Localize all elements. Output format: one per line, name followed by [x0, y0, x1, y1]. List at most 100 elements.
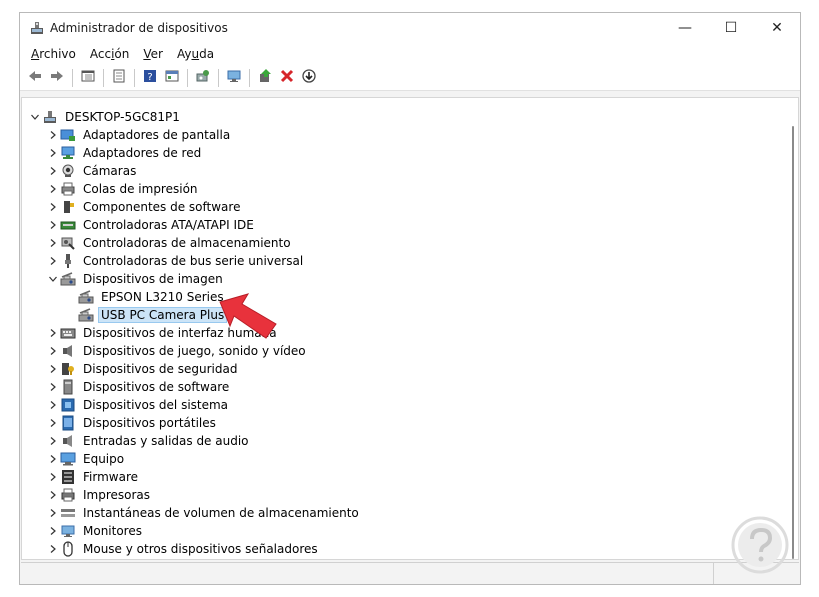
- chevron-right-icon[interactable]: [46, 378, 60, 396]
- toolbar-button-download-circle[interactable]: [299, 68, 319, 88]
- menu-item-0[interactable]: Archivo: [24, 45, 83, 63]
- chevron-right-icon[interactable]: [46, 486, 60, 504]
- chevron-right-icon[interactable]: [46, 450, 60, 468]
- tree-device-8-0[interactable]: EPSON L3210 Series: [64, 288, 227, 306]
- vertical-scrollbar[interactable]: [792, 126, 794, 559]
- firmware-icon: [60, 469, 76, 485]
- toolbar-button-scan-hardware[interactable]: [193, 68, 213, 88]
- chevron-down-icon[interactable]: [46, 270, 60, 288]
- tree-item-label: Dispositivos de software: [83, 380, 230, 394]
- chevron-right-icon[interactable]: [46, 540, 60, 558]
- toolbar-button-uninstall-x[interactable]: [277, 68, 297, 88]
- root-computer-icon: [42, 109, 58, 125]
- tree-category-13[interactable]: Dispositivos del sistema: [46, 396, 231, 414]
- chevron-right-icon[interactable]: [46, 216, 60, 234]
- device-tree[interactable]: DESKTOP-5GC81P1 Adaptadores de pantalla Ad…: [21, 97, 799, 560]
- tree-category-17[interactable]: Firmware: [46, 468, 141, 486]
- tree-category-18[interactable]: Impresoras: [46, 486, 153, 504]
- tree-category-1[interactable]: Adaptadores de red: [46, 144, 204, 162]
- menu-item-3[interactable]: Ayuda: [170, 45, 221, 63]
- svg-text:?: ?: [147, 72, 152, 83]
- chevron-right-icon[interactable]: [46, 144, 60, 162]
- usb-icon: [60, 253, 76, 269]
- tree-category-2[interactable]: Cámaras: [46, 162, 139, 180]
- tree-category-10[interactable]: Dispositivos de juego, sonido y vídeo: [46, 342, 309, 360]
- tree-item-label: Dispositivos de juego, sonido y vídeo: [83, 344, 306, 358]
- device-manager-window: Administrador de dispositivos — ☐ ✕ Arch…: [19, 12, 801, 585]
- tree-category-22[interactable]: Procesadores: [46, 558, 166, 559]
- title-bar[interactable]: Administrador de dispositivos — ☐ ✕: [20, 13, 800, 43]
- menu-label-post: rchivo: [39, 47, 76, 61]
- chevron-right-icon[interactable]: [46, 414, 60, 432]
- chevron-right-icon[interactable]: [46, 252, 60, 270]
- computer-icon: [60, 451, 76, 467]
- menu-label-post: er: [150, 47, 163, 61]
- tree-item-label: Dispositivos portátiles: [83, 416, 216, 430]
- menu-label-accelerator: V: [143, 47, 151, 61]
- toolbar-button-back-arrow[interactable]: [25, 68, 45, 88]
- toolbar-button-update-driver[interactable]: [255, 68, 275, 88]
- toolbar-button-panel[interactable]: [162, 68, 182, 88]
- chevron-right-icon[interactable]: [46, 198, 60, 216]
- chevron-right-icon[interactable]: [46, 558, 60, 559]
- tree-device-8-1[interactable]: USB PC Camera Plus: [64, 306, 228, 324]
- toolbar-button-monitor[interactable]: [224, 68, 244, 88]
- tree-category-8[interactable]: Dispositivos de imagen: [46, 270, 226, 288]
- tree-category-5[interactable]: Controladoras ATA/ATAPI IDE: [46, 216, 257, 234]
- chevron-right-icon[interactable]: [46, 432, 60, 450]
- tree-category-19[interactable]: Instantáneas de volumen de almacenamient…: [46, 504, 362, 522]
- tree-category-15[interactable]: Entradas y salidas de audio: [46, 432, 252, 450]
- monitor-icon: [226, 68, 242, 87]
- tree-category-6[interactable]: Controladoras de almacenamiento: [46, 234, 294, 252]
- tree-category-0[interactable]: Adaptadores de pantalla: [46, 126, 233, 144]
- tree-root[interactable]: DESKTOP-5GC81P1: [28, 108, 183, 126]
- tree-item-label: Impresoras: [83, 488, 151, 502]
- chevron-right-icon[interactable]: [46, 126, 60, 144]
- chevron-right-icon[interactable]: [46, 396, 60, 414]
- toolbar-separator: [218, 68, 219, 87]
- toolbar-button-properties-grid[interactable]: [78, 68, 98, 88]
- tree-category-21[interactable]: Mouse y otros dispositivos señaladores: [46, 540, 321, 558]
- tree-category-7[interactable]: Controladoras de bus serie universal: [46, 252, 306, 270]
- toolbar-button-forward-arrow[interactable]: [47, 68, 67, 88]
- tree-item-label: USB PC Camera Plus: [98, 307, 228, 323]
- chevron-right-icon[interactable]: [46, 360, 60, 378]
- menu-item-2[interactable]: Ver: [136, 45, 170, 63]
- network-adapter-icon: [60, 145, 76, 161]
- chevron-down-icon[interactable]: [28, 108, 42, 126]
- tree-category-3[interactable]: Colas de impresión: [46, 180, 201, 198]
- tree-item-label: Dispositivos del sistema: [83, 398, 229, 412]
- chevron-right-icon[interactable]: [46, 468, 60, 486]
- tree-item-label: Cámaras: [83, 164, 137, 178]
- device-manager-app-icon: [31, 22, 43, 34]
- maximize-button[interactable]: ☐: [708, 13, 754, 43]
- status-segment-main: [21, 563, 714, 584]
- printer-icon: [60, 487, 76, 503]
- tree-category-12[interactable]: Dispositivos de software: [46, 378, 232, 396]
- chevron-right-icon[interactable]: [46, 162, 60, 180]
- chevron-right-icon[interactable]: [46, 234, 60, 252]
- tree-category-4[interactable]: Componentes de software: [46, 198, 243, 216]
- tree-item-label: Controladoras ATA/ATAPI IDE: [83, 218, 254, 232]
- security-key-icon: [60, 361, 76, 377]
- close-button[interactable]: ✕: [754, 13, 800, 43]
- toolbar-button-help[interactable]: ?: [140, 68, 160, 88]
- tree-category-11[interactable]: Dispositivos de seguridad: [46, 360, 240, 378]
- software-component-icon: [60, 199, 76, 215]
- menu-label-post: da: [199, 47, 215, 61]
- tree-category-14[interactable]: Dispositivos portátiles: [46, 414, 219, 432]
- chevron-right-icon[interactable]: [46, 504, 60, 522]
- chevron-right-icon[interactable]: [46, 522, 60, 540]
- tree-category-20[interactable]: Monitores: [46, 522, 145, 540]
- chevron-right-icon[interactable]: [46, 324, 60, 342]
- chevron-right-icon[interactable]: [46, 342, 60, 360]
- minimize-button[interactable]: —: [662, 13, 708, 43]
- tree-item-label: Dispositivos de imagen: [83, 272, 223, 286]
- tree-category-16[interactable]: Equipo: [46, 450, 127, 468]
- menu-item-1[interactable]: Acción: [83, 45, 137, 63]
- toolbar-button-document[interactable]: [109, 68, 129, 88]
- tree-item-label: Dispositivos de seguridad: [83, 362, 238, 376]
- maximize-icon: ☐: [724, 20, 738, 36]
- chevron-right-icon[interactable]: [46, 180, 60, 198]
